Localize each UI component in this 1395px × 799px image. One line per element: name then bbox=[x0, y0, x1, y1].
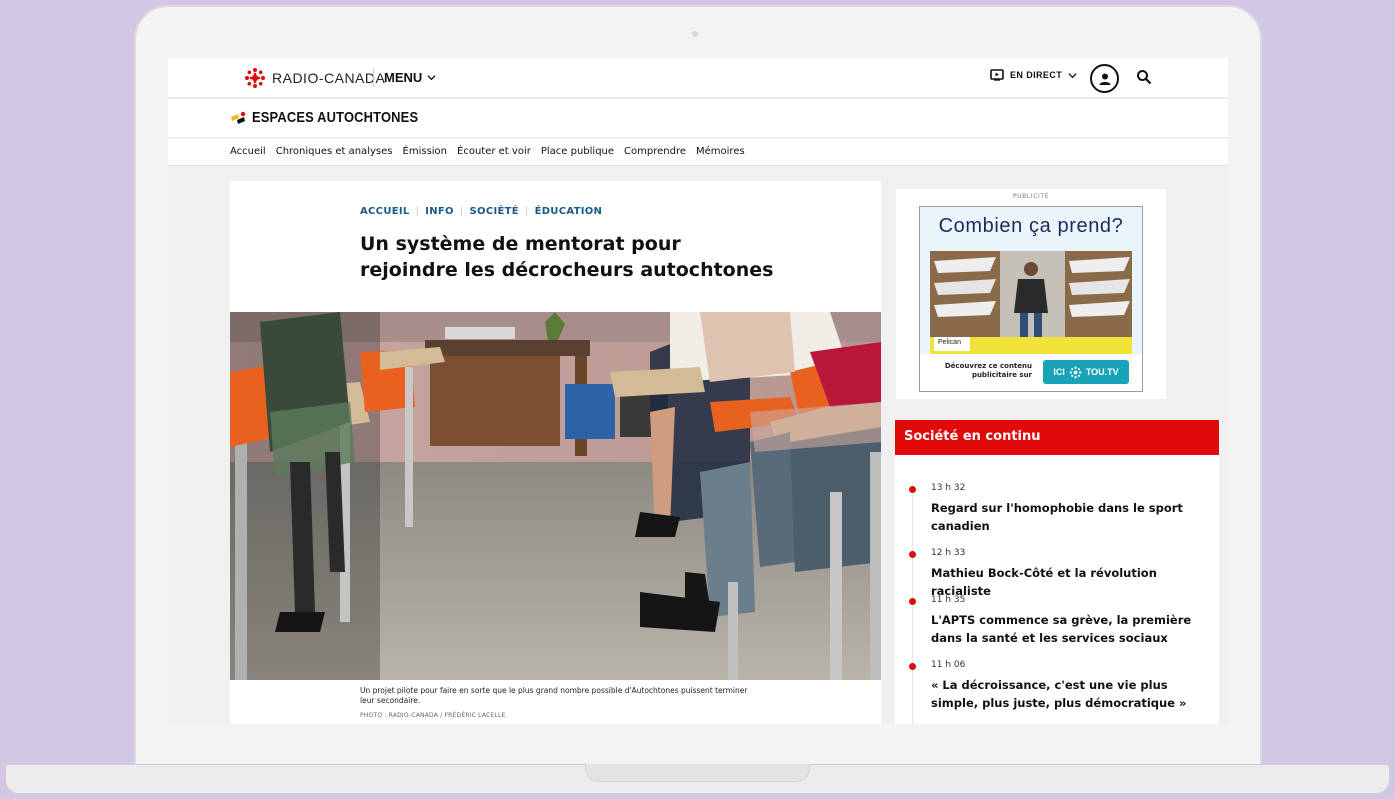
photo-caption: Un projet pilote pour faire en sorte que… bbox=[360, 686, 748, 705]
radio-canada-gem-icon bbox=[245, 68, 265, 88]
search-icon bbox=[1137, 70, 1152, 85]
nav-item-place-publique[interactable]: Place publique bbox=[541, 146, 614, 157]
menu-label: MENU bbox=[384, 70, 423, 85]
feed-item-title[interactable]: L'APTS commence sa grève, la première da… bbox=[931, 611, 1206, 647]
ici-label: ICI bbox=[1053, 367, 1065, 377]
espaces-autochtones-logo-icon bbox=[231, 111, 246, 124]
feed-heading[interactable]: Société en continu bbox=[895, 420, 1219, 455]
feed-item-title[interactable]: Mathieu Bock-Côté et la révolution racia… bbox=[931, 564, 1206, 600]
radio-canada-logo[interactable]: RADIO-CANADA bbox=[244, 67, 385, 89]
nav-item-emission[interactable]: Émission bbox=[403, 146, 448, 157]
header-divider bbox=[373, 69, 374, 87]
toutv-button[interactable]: ICI TOU.TV bbox=[1043, 360, 1129, 384]
nav-item-accueil[interactable]: Accueil bbox=[230, 146, 266, 157]
live-tv-icon bbox=[990, 69, 1004, 81]
breadcrumb-separator: | bbox=[524, 206, 529, 217]
breadcrumb-separator: | bbox=[459, 206, 464, 217]
breadcrumb-accueil[interactable]: ACCUEIL bbox=[360, 206, 410, 217]
timeline-dot bbox=[909, 551, 916, 558]
article: ACCUEIL | INFO | SOCIÉTÉ | ÉDUCATION Un … bbox=[230, 181, 881, 724]
section-title: ESPACES AUTOCHTONES bbox=[252, 109, 419, 126]
feed-item-title[interactable]: Regard sur l'homophobie dans le sport ca… bbox=[931, 499, 1206, 535]
timeline-dot bbox=[909, 486, 916, 493]
timeline-dot bbox=[909, 598, 916, 605]
article-photo bbox=[230, 312, 881, 680]
search-button[interactable] bbox=[1136, 69, 1152, 89]
user-icon bbox=[1099, 73, 1110, 85]
menu-button[interactable]: MENU bbox=[384, 70, 436, 85]
radio-canada-gem-icon bbox=[1069, 366, 1082, 378]
news-feed: Société en continu 13 h 32 Regard sur l'… bbox=[895, 420, 1219, 724]
nav-item-memoires[interactable]: Mémoires bbox=[696, 146, 745, 157]
breadcrumb-separator: | bbox=[415, 206, 420, 217]
nav-item-ecouter-voir[interactable]: Écouter et voir bbox=[457, 146, 531, 157]
webcam-dot bbox=[692, 31, 698, 37]
user-account-button[interactable] bbox=[1090, 64, 1119, 93]
classroom-photo-illustration bbox=[230, 312, 881, 680]
nav-item-chroniques[interactable]: Chroniques et analyses bbox=[276, 146, 393, 157]
chevron-down-icon bbox=[1068, 72, 1077, 78]
live-label: EN DIRECT bbox=[1010, 70, 1063, 80]
breadcrumb: ACCUEIL | INFO | SOCIÉTÉ | ÉDUCATION bbox=[360, 206, 602, 217]
ad-banner[interactable]: Combien ça prend? Pelican Découvrez ce c… bbox=[919, 206, 1143, 392]
feed-item-time: 12 h 33 bbox=[931, 548, 966, 558]
toutv-label: TOU.TV bbox=[1085, 367, 1119, 377]
breadcrumb-societe[interactable]: SOCIÉTÉ bbox=[470, 206, 519, 217]
ad-footer: Découvrez ce contenu publicitaire sur IC… bbox=[920, 354, 1142, 391]
ad-title: Combien ça prend? bbox=[938, 215, 1124, 237]
brand-name: RADIO-CANADA bbox=[272, 70, 386, 86]
feed-item-time: 11 h 35 bbox=[931, 595, 966, 605]
laptop-base-notch bbox=[585, 764, 810, 782]
live-button[interactable]: EN DIRECT bbox=[990, 69, 1077, 81]
section-bar: ESPACES AUTOCHTONES bbox=[168, 99, 1228, 138]
article-headline: Un système de mentorat pour rejoindre le… bbox=[360, 233, 774, 281]
browser-screen: RADIO-CANADA MENU EN DIRECT ESPACES AUTO… bbox=[168, 58, 1228, 724]
ad-label: PUBLICITÉ bbox=[1012, 193, 1050, 200]
espaces-autochtones-logo[interactable]: ESPACES AUTOCHTONES bbox=[230, 109, 445, 126]
ad-brand-tag: Pelican bbox=[934, 337, 970, 351]
feed-item-time: 13 h 32 bbox=[931, 483, 966, 493]
feed-item-title[interactable]: « La décroissance, c'est une vie plus si… bbox=[931, 676, 1206, 712]
nav-item-comprendre[interactable]: Comprendre bbox=[624, 146, 686, 157]
timeline-line bbox=[912, 488, 913, 724]
photo-credit: PHOTO : RADIO-CANADA / FRÉDÉRIC LACELLE bbox=[360, 712, 506, 719]
advertisement: PUBLICITÉ Combien ça prend? Pelican Déco… bbox=[896, 189, 1166, 399]
ad-disclaimer: Découvrez ce contenu publicitaire sur bbox=[944, 362, 1032, 379]
chevron-down-icon bbox=[427, 75, 436, 81]
ad-image: Pelican bbox=[930, 251, 1132, 354]
feed-item-time: 11 h 06 bbox=[931, 660, 966, 670]
section-nav: Accueil Chroniques et analyses Émission … bbox=[168, 139, 1228, 166]
timeline-dot bbox=[909, 663, 916, 670]
top-bar: RADIO-CANADA MENU EN DIRECT bbox=[168, 58, 1228, 98]
breadcrumb-info[interactable]: INFO bbox=[425, 206, 454, 217]
breadcrumb-education[interactable]: ÉDUCATION bbox=[535, 206, 603, 217]
